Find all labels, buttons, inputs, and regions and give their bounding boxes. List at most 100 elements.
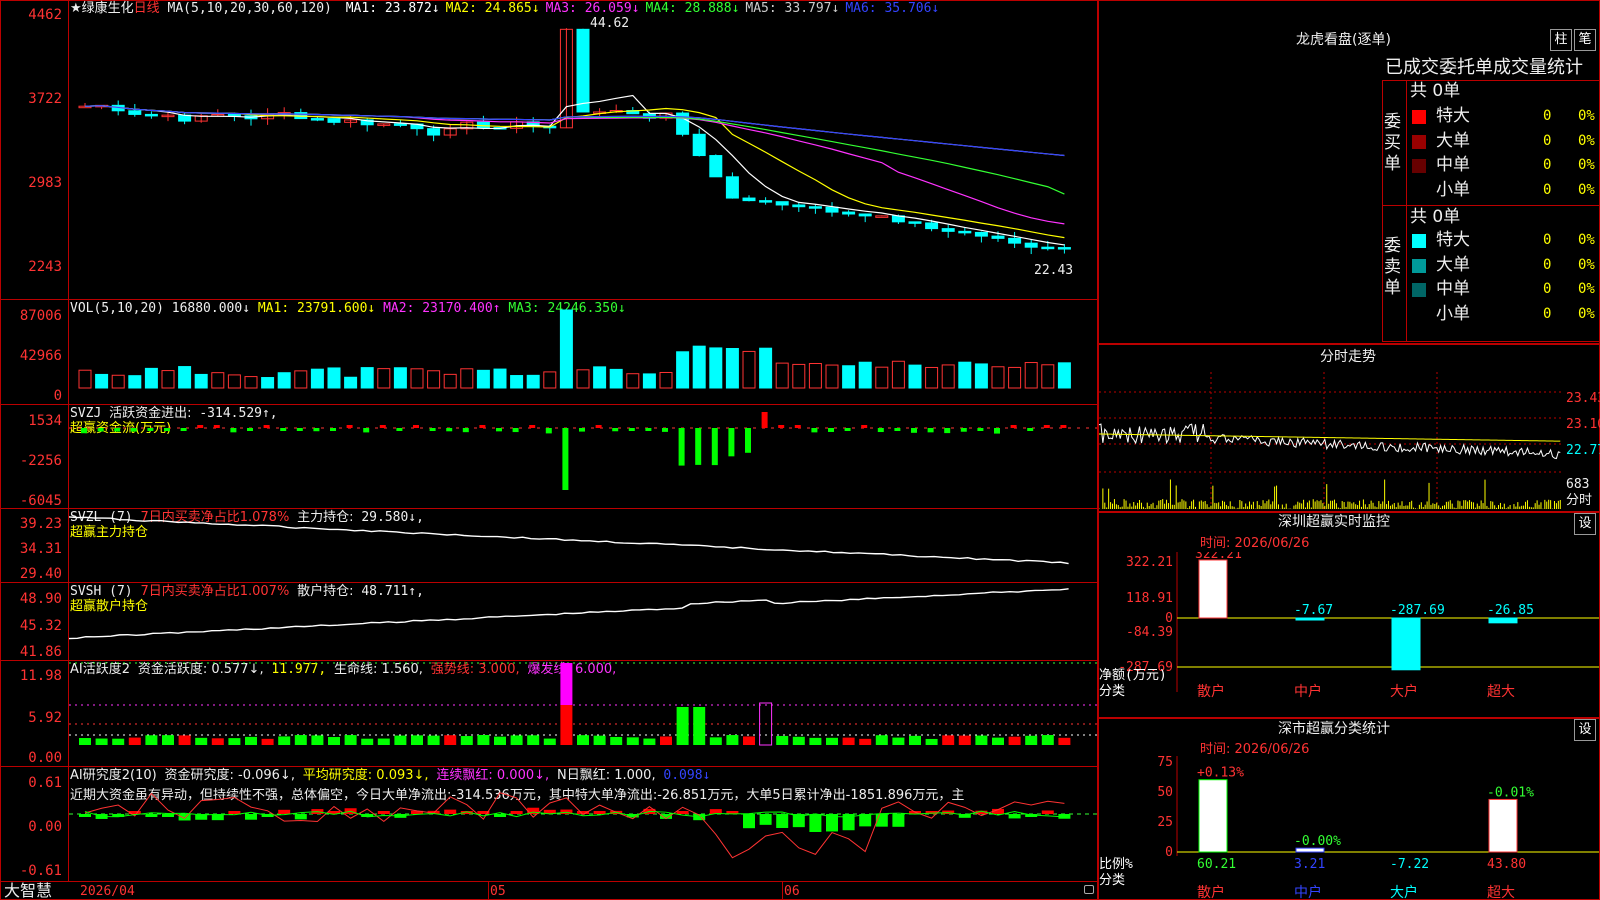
candle — [709, 155, 723, 178]
svzl-chart[interactable] — [69, 509, 1097, 582]
flow-bar — [695, 428, 702, 465]
price-axis-2: 3722 — [28, 91, 62, 107]
activity-bar — [79, 738, 91, 745]
volume-bar — [410, 368, 424, 389]
ai2-axis-1: 0.61 — [28, 775, 62, 791]
flow-bar — [396, 428, 403, 431]
order-count: 0 — [1543, 256, 1552, 273]
candle — [327, 118, 341, 123]
volume-bar — [642, 373, 656, 389]
stats-chart[interactable]: 75 50 25 0 +0.13% 60.21 散户 -0.00% 3.21 中户 -7.22 大户 -… — [1099, 756, 1599, 900]
activity-bar — [643, 738, 656, 745]
activity-bar — [444, 735, 457, 745]
volume-bar — [808, 363, 822, 389]
volume-bar — [576, 369, 590, 389]
flow-bar — [147, 428, 154, 431]
flow-bar — [346, 425, 353, 428]
flow-bar — [479, 425, 486, 428]
brand-logo[interactable]: 大智慧 — [4, 882, 52, 900]
monitor-value-label: -287.69 — [1390, 603, 1445, 618]
volume-bar — [294, 370, 308, 389]
date-label-2: 05 — [490, 884, 506, 899]
monitor-axis-label: 322.21 — [1126, 555, 1173, 570]
stats-settings-button[interactable]: 设 — [1574, 719, 1596, 741]
stats-title: 深市超赢分类统计 — [1278, 721, 1390, 737]
ai1-chart[interactable] — [69, 661, 1097, 766]
candle — [908, 221, 922, 224]
volume-bar — [194, 373, 208, 389]
candle — [759, 200, 773, 203]
ai2-axis-3: -0.61 — [19, 863, 62, 879]
research-bar — [510, 811, 523, 814]
volume-bar — [609, 368, 623, 389]
activity-bar — [95, 738, 108, 745]
activity-bar — [527, 735, 540, 745]
stats-pct-label: -0.01% — [1487, 785, 1534, 800]
research-bar — [245, 814, 257, 820]
ai2-chart[interactable] — [69, 767, 1097, 881]
intraday-chart[interactable] — [1099, 372, 1564, 510]
tick-toggle-button[interactable]: 笔 — [1574, 29, 1596, 51]
activity-bar — [543, 738, 556, 745]
order-count: 0 — [1543, 281, 1552, 297]
price-axis-1: 4462 — [28, 7, 62, 23]
svsh-chart[interactable] — [69, 583, 1097, 660]
monitor-bar — [1295, 617, 1325, 621]
candlestick-chart[interactable] — [69, 14, 1097, 299]
candle — [1024, 242, 1038, 248]
volume-chart[interactable] — [69, 300, 1097, 404]
flow-bar — [678, 428, 685, 466]
flow-bar — [894, 428, 901, 431]
activity-bar — [776, 735, 789, 745]
stats-value-label: 60.21 — [1197, 857, 1236, 872]
volume-bar — [310, 368, 324, 389]
activity-bar — [709, 737, 722, 745]
volume-bar — [360, 367, 374, 389]
flow-bar — [794, 425, 801, 428]
monitor-value-label: -7.67 — [1294, 603, 1333, 618]
volume-bar — [1008, 366, 1022, 389]
flow-bar — [994, 428, 1000, 434]
sell-label: 委卖单 — [1384, 236, 1401, 298]
activity-bar — [211, 738, 224, 745]
research-bar — [743, 814, 755, 829]
activity-bar — [145, 735, 158, 745]
vol-axis-3: 0 — [53, 388, 62, 404]
candle — [144, 113, 158, 117]
bar-toggle-button[interactable]: 柱 — [1550, 29, 1572, 51]
research-bar — [294, 814, 307, 820]
svzl-axis-3: 29.40 — [19, 566, 62, 582]
svzj-chart[interactable] — [69, 405, 1097, 508]
monitor-settings-button[interactable]: 设 — [1574, 513, 1596, 535]
ma-line-2 — [84, 105, 1065, 239]
lhb-subtitle: 已成交委托单成交量统计 — [1385, 57, 1583, 78]
lhb-title: 龙虎看盘(逐单) — [1296, 32, 1391, 48]
research-bar — [809, 814, 822, 832]
activity-bar — [892, 737, 905, 745]
flow-bar — [960, 428, 967, 432]
lock-icon[interactable] — [1084, 885, 1094, 894]
flow-bar — [529, 425, 536, 428]
activity-bar — [427, 735, 440, 745]
monitor-chart[interactable]: 322.21 118.91 0-84.39 -287.69 322.21 散户 -7.67 中… — [1099, 552, 1599, 717]
volume-bar — [78, 369, 92, 389]
activity-bar — [593, 735, 606, 745]
flow-bar — [828, 428, 834, 432]
price-axis-4: 2243 — [28, 259, 62, 275]
intraday-vol: 683 — [1566, 477, 1590, 492]
flow-bar — [164, 428, 170, 431]
order-pct: 0% — [1578, 256, 1595, 273]
stats-value-label: 3.21 — [1294, 857, 1325, 872]
candle — [393, 123, 407, 126]
flow-bar — [213, 425, 220, 428]
monitor-axis-label: 0 — [1165, 611, 1173, 626]
research-bar — [892, 814, 905, 827]
ai2-axis-2: 0.00 — [28, 819, 62, 835]
volume-bar — [111, 374, 125, 389]
volume-bar — [692, 345, 706, 389]
volume-bar — [327, 367, 341, 389]
order-count: 0 — [1543, 181, 1552, 198]
candle — [974, 231, 988, 237]
order-swatch — [1412, 283, 1426, 297]
flow-bar — [247, 428, 253, 431]
